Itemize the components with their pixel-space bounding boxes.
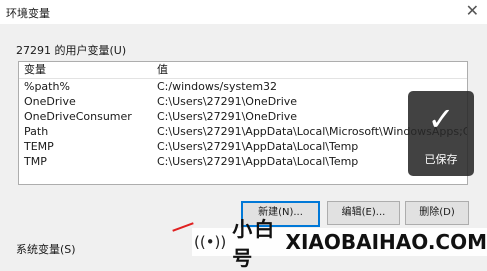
column-header-value[interactable]: 值 (157, 62, 168, 78)
window-title: 环境变量 (6, 7, 50, 20)
list-item[interactable]: TEMP C:\Users\27291\AppData\Local\Temp (19, 139, 467, 154)
variable-name: TMP (24, 155, 47, 168)
watermark-cn: 小白号 (232, 217, 277, 270)
edit-button[interactable]: 编辑(E)... (327, 201, 400, 225)
variable-value: C:/windows/system32 (157, 80, 278, 93)
broadcast-icon: ((•)) (194, 233, 227, 251)
red-arrow-annotation (172, 222, 194, 232)
system-variables-label: 系统变量(S) (16, 243, 76, 256)
close-icon[interactable]: ✕ (466, 1, 479, 20)
variable-value: C:\Users\27291\OneDrive (157, 95, 298, 108)
list-item[interactable]: %path% C:/windows/system32 (19, 79, 467, 94)
variable-name: Path (24, 125, 49, 138)
saved-text: 已保存 (424, 153, 458, 166)
watermark-banner: ((•)) 小白号 XIAOBAIHAO.COM (192, 217, 487, 270)
variable-value: C:\Users\27291\AppData\Local\Temp (157, 155, 359, 168)
variable-name: %path% (24, 80, 70, 93)
column-header-variable[interactable]: 变量 (24, 62, 46, 78)
list-item[interactable]: Path C:\Users\27291\AppData\Local\Micros… (19, 124, 467, 139)
variable-value: C:\Users\27291\AppData\Local\Temp (157, 140, 359, 153)
delete-button[interactable]: 删除(D) (405, 201, 469, 225)
list-item[interactable]: OneDrive C:\Users\27291\OneDrive (19, 94, 467, 109)
variable-name: OneDriveConsumer (24, 110, 132, 123)
saved-toast: ✓ 已保存 (408, 91, 474, 176)
variable-name: OneDrive (24, 95, 76, 108)
variable-name: TEMP (24, 140, 54, 153)
user-variables-list[interactable]: 变量 值 %path% C:/windows/system32 OneDrive… (18, 61, 468, 185)
watermark-en: XIAOBAIHAO.COM (285, 230, 487, 254)
list-item[interactable]: TMP C:\Users\27291\AppData\Local\Temp (19, 154, 467, 169)
list-item[interactable]: OneDriveConsumer C:\Users\27291\OneDrive (19, 109, 467, 124)
variable-value: C:\Users\27291\OneDrive (157, 110, 298, 123)
list-header: 变量 值 (19, 62, 467, 79)
title-bar: 环境变量 ✕ (0, 0, 487, 24)
user-variables-label: 27291 的用户变量(U) (16, 44, 127, 57)
checkmark-icon: ✓ (427, 100, 455, 138)
